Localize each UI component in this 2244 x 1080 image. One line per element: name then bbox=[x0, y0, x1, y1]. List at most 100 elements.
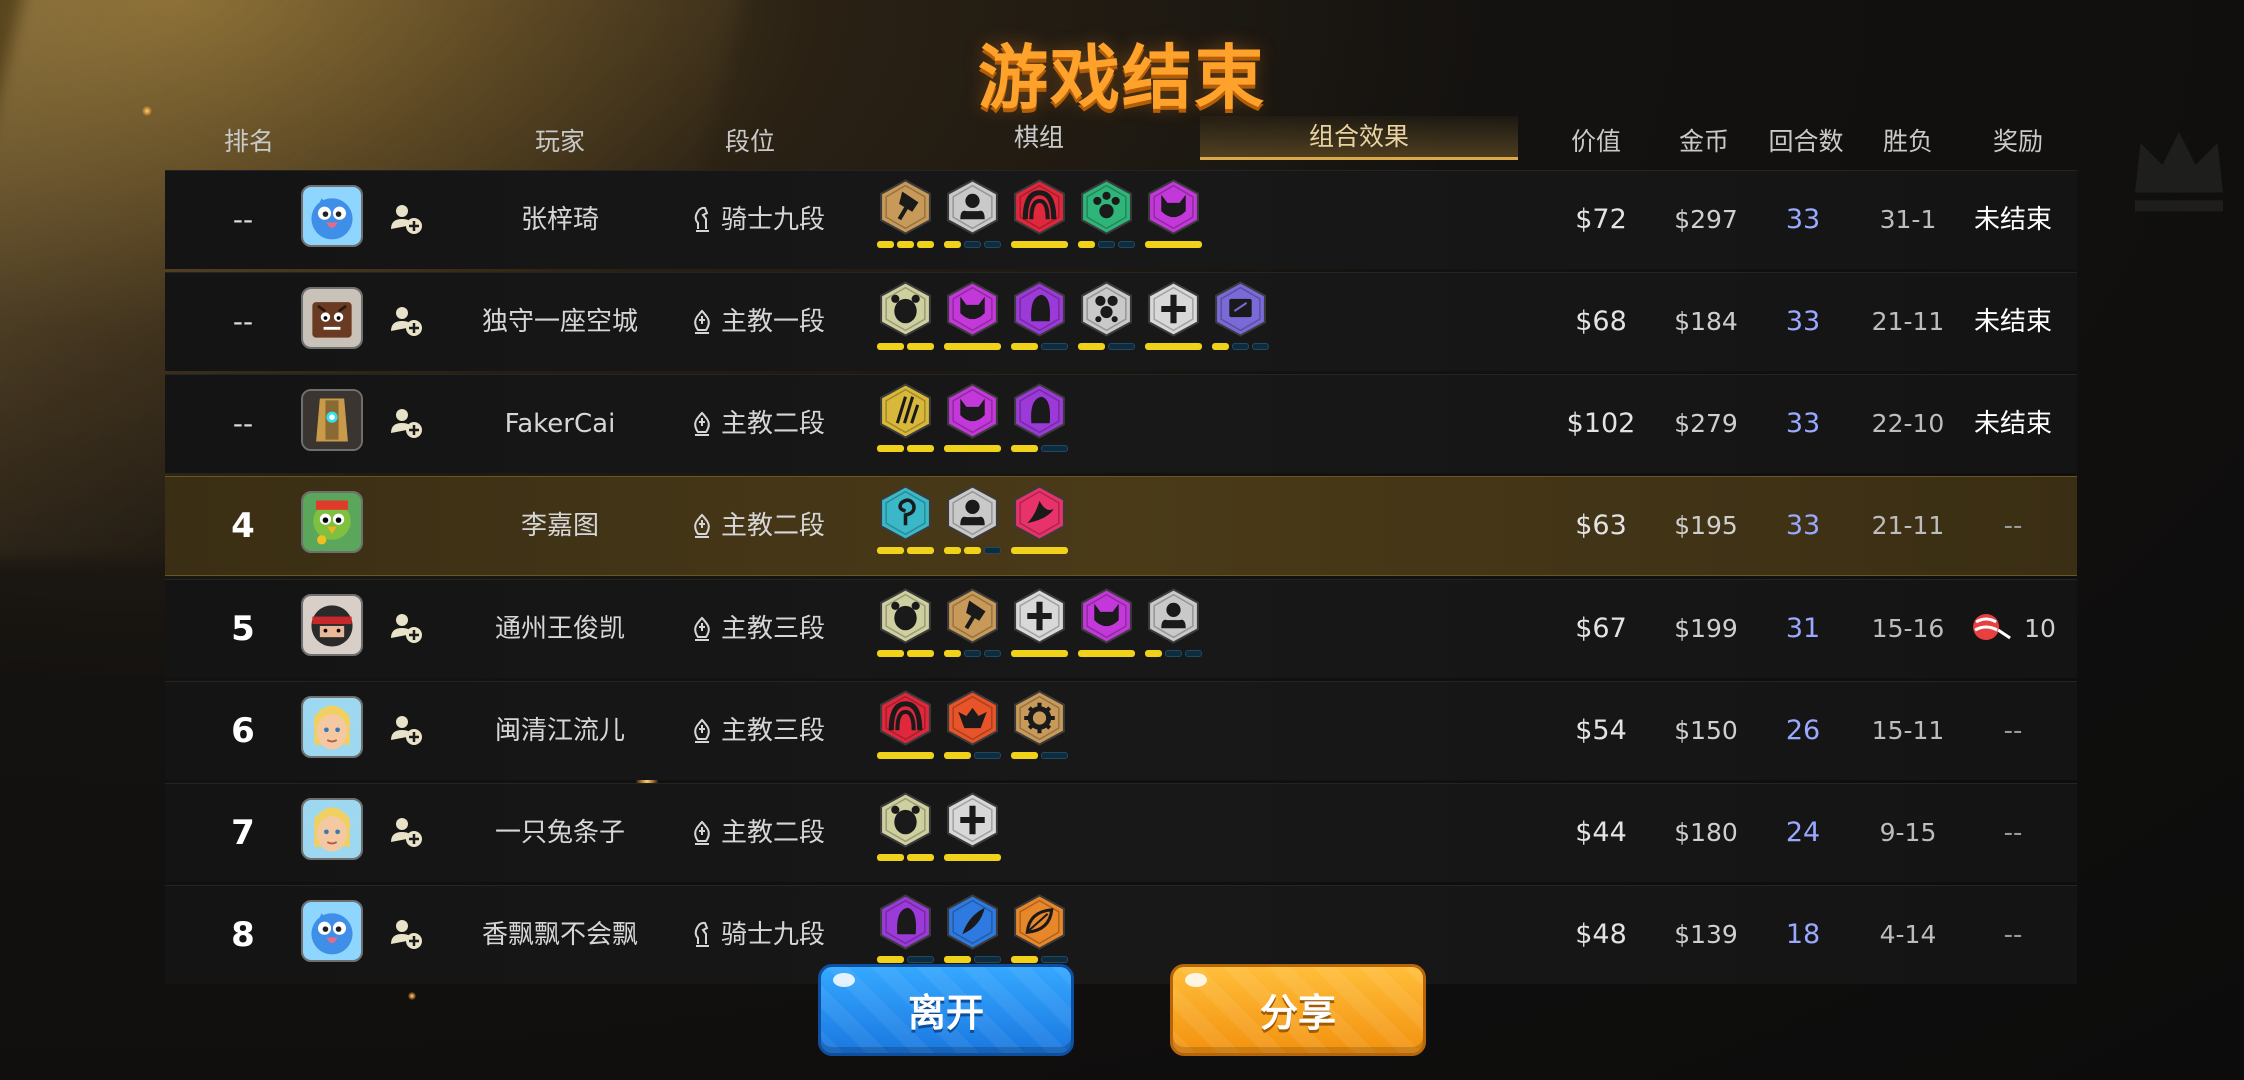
synergy-level-bar bbox=[944, 854, 1001, 861]
cross-icon[interactable] bbox=[944, 790, 1001, 850]
seated-icon[interactable] bbox=[944, 177, 1001, 237]
hooded-icon[interactable] bbox=[1011, 381, 1068, 441]
seated-icon[interactable] bbox=[944, 483, 1001, 543]
synergy-level-bar bbox=[1011, 752, 1068, 759]
demon-icon[interactable] bbox=[1078, 586, 1135, 646]
spiral-icon[interactable] bbox=[877, 483, 934, 543]
share-button[interactable]: 分享 bbox=[1170, 964, 1426, 1056]
reward-value: 未结束 bbox=[1973, 205, 2053, 235]
header-rank: 排名 bbox=[223, 127, 275, 156]
hooded-icon[interactable] bbox=[877, 892, 934, 952]
beast-icon[interactable] bbox=[877, 586, 934, 646]
cross-icon[interactable] bbox=[1011, 586, 1068, 646]
demon-icon[interactable] bbox=[944, 279, 1001, 339]
reward-cell: 10 bbox=[1970, 580, 2056, 678]
sparkle bbox=[408, 992, 416, 1000]
dragon-icon[interactable] bbox=[1011, 483, 1068, 543]
goblin-icon[interactable] bbox=[944, 688, 1001, 748]
player-name[interactable]: 香飘飘不会飘 bbox=[482, 886, 638, 984]
claws-icon[interactable] bbox=[877, 381, 934, 441]
synergy-list bbox=[877, 381, 1068, 467]
synergy-level-bar bbox=[1145, 650, 1202, 657]
table-header: 排名 玩家 段位 棋组 组合效果 价值 金币 回合数 胜负 奖励 bbox=[0, 110, 2244, 166]
synergy-list bbox=[877, 790, 1001, 876]
cross-icon[interactable] bbox=[1145, 279, 1202, 339]
add-friend-icon[interactable] bbox=[389, 814, 423, 848]
value-amount: $54 bbox=[1575, 715, 1627, 746]
beast-icon[interactable] bbox=[877, 279, 934, 339]
bishop-icon bbox=[691, 409, 721, 439]
add-friend-icon[interactable] bbox=[389, 610, 423, 644]
win-loss-record: 15-16 bbox=[1871, 614, 1945, 643]
synergy-level-bar bbox=[1011, 650, 1068, 657]
player-name[interactable]: 李嘉图 bbox=[521, 477, 599, 575]
add-friend-icon[interactable] bbox=[389, 201, 423, 235]
axe-icon[interactable] bbox=[877, 177, 934, 237]
cluster-icon[interactable] bbox=[1078, 279, 1135, 339]
gold-amount: $180 bbox=[1674, 818, 1738, 847]
player-name[interactable]: 一只兔条子 bbox=[495, 784, 625, 882]
synergy-level-bar bbox=[1011, 547, 1068, 554]
gear-icon[interactable] bbox=[1011, 688, 1068, 748]
reward-value: -- bbox=[2003, 511, 2023, 541]
value-amount: $63 bbox=[1575, 510, 1627, 541]
player-name[interactable]: 张梓琦 bbox=[521, 171, 599, 269]
demon-icon[interactable] bbox=[944, 381, 1001, 441]
tab-synergy[interactable]: 组合效果 bbox=[1200, 116, 1518, 160]
rounds-count: 31 bbox=[1785, 613, 1821, 644]
header-value: 价值 bbox=[1570, 127, 1622, 156]
add-friend-icon[interactable] bbox=[389, 405, 423, 439]
win-loss-record: 21-11 bbox=[1871, 511, 1945, 540]
value-amount: $68 bbox=[1575, 306, 1627, 337]
synergy-level-bar bbox=[944, 343, 1001, 350]
avatar[interactable] bbox=[301, 798, 363, 860]
arc-icon[interactable] bbox=[877, 688, 934, 748]
player-name[interactable]: FakerCai bbox=[505, 375, 616, 473]
leaf-icon[interactable] bbox=[1011, 892, 1068, 952]
synergy-level-bar bbox=[877, 956, 934, 963]
synergy-level-bar bbox=[944, 956, 1001, 963]
avatar[interactable] bbox=[301, 696, 363, 758]
mech-icon[interactable] bbox=[1212, 279, 1269, 339]
leave-button-label: 离开 bbox=[907, 991, 984, 1035]
reward-value: -- bbox=[2003, 716, 2023, 746]
avatar[interactable] bbox=[301, 491, 363, 553]
player-name[interactable]: 闽清江流儿 bbox=[495, 682, 625, 780]
hooded-icon[interactable] bbox=[1011, 279, 1068, 339]
win-loss-record: 4-14 bbox=[1879, 920, 1937, 949]
synergy-level-bar bbox=[1011, 445, 1068, 452]
seated-icon[interactable] bbox=[1145, 586, 1202, 646]
rank-value: 4 bbox=[231, 506, 255, 546]
synergy-list bbox=[877, 483, 1068, 569]
table-row: -- 张梓琦 骑士九段 $72 $297 33 31-1 未结束 bbox=[165, 170, 2077, 269]
reward-value: 未结束 bbox=[1973, 409, 2053, 439]
add-friend-icon[interactable] bbox=[389, 303, 423, 337]
synergy-level-bar bbox=[1145, 241, 1202, 248]
win-loss-record: 31-1 bbox=[1879, 205, 1937, 234]
rank-value: -- bbox=[232, 203, 254, 236]
demon-icon[interactable] bbox=[1145, 177, 1202, 237]
value-amount: $72 bbox=[1575, 204, 1627, 235]
axe-icon[interactable] bbox=[944, 586, 1001, 646]
tier-badge: 骑士九段 bbox=[691, 886, 825, 984]
avatar[interactable] bbox=[301, 389, 363, 451]
paw-icon[interactable] bbox=[1078, 177, 1135, 237]
synergy-level-bar bbox=[944, 445, 1001, 452]
avatar[interactable] bbox=[301, 900, 363, 962]
rank-value: 7 bbox=[231, 813, 255, 853]
player-name[interactable]: 通州王俊凯 bbox=[495, 580, 625, 678]
player-name[interactable]: 独守一座空城 bbox=[482, 273, 638, 371]
add-friend-icon[interactable] bbox=[389, 712, 423, 746]
beast-icon[interactable] bbox=[877, 790, 934, 850]
add-friend-icon[interactable] bbox=[389, 916, 423, 950]
win-loss-record: 21-11 bbox=[1871, 307, 1945, 336]
arc-icon[interactable] bbox=[1011, 177, 1068, 237]
avatar[interactable] bbox=[301, 287, 363, 349]
rounds-count: 33 bbox=[1785, 204, 1821, 235]
leave-button[interactable]: 离开 bbox=[818, 964, 1074, 1056]
feather-icon[interactable] bbox=[944, 892, 1001, 952]
knight-icon bbox=[691, 205, 721, 235]
avatar[interactable] bbox=[301, 594, 363, 656]
avatar[interactable] bbox=[301, 185, 363, 247]
synergy-level-bar bbox=[1145, 343, 1202, 350]
